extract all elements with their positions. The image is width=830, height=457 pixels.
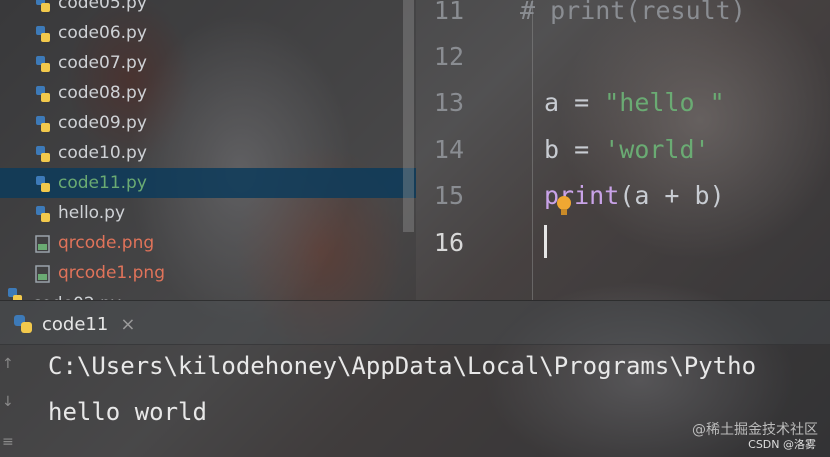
tree-item-selected[interactable]: code11.py: [0, 168, 416, 198]
python-file-icon: [36, 116, 50, 132]
tree-item[interactable]: code08.py: [0, 78, 416, 108]
python-file-icon: [36, 176, 50, 192]
line-number: 12: [433, 42, 464, 71]
tree-item-label: qrcode1.png: [58, 263, 165, 283]
tree-item[interactable]: code06.py: [0, 18, 416, 48]
arrow-up-icon[interactable]: ↑: [2, 356, 14, 372]
line-number: 11: [433, 0, 464, 25]
code-line-13: a = "hello ": [544, 88, 725, 118]
tree-item-label: code07.py: [58, 53, 147, 73]
code-line-14: b = 'world': [544, 135, 710, 165]
lightbulb-icon[interactable]: [556, 195, 572, 217]
image-file-icon: [35, 265, 50, 283]
tree-item[interactable]: code05.py: [0, 0, 416, 18]
run-tab-code11[interactable]: code11 ×: [12, 309, 135, 339]
code-line-text: a = "hello ": [544, 88, 725, 117]
python-file-icon: [36, 26, 50, 42]
line-number-current: 16: [433, 228, 464, 257]
tree-item-label: code10.py: [58, 143, 147, 163]
run-console[interactable]: ↑ ↓ ≡ C:\Users\kilodehoney\AppData\Local…: [0, 344, 830, 457]
text-caret: [544, 225, 547, 258]
project-tree-panel: code05.py code06.py code07.py code08.py …: [0, 0, 416, 300]
python-file-icon: [36, 0, 50, 12]
arrow-down-icon[interactable]: ↓: [2, 394, 14, 410]
tree-item-label: code06.py: [58, 23, 147, 43]
tree-item[interactable]: code09.py: [0, 108, 416, 138]
wrap-icon[interactable]: ≡: [2, 434, 14, 450]
tree-item[interactable]: qrcode.png: [0, 228, 416, 258]
tree-scrollbar[interactable]: [403, 0, 414, 232]
tree-item[interactable]: code10.py: [0, 138, 416, 168]
image-file-icon: [35, 235, 50, 253]
python-file-icon: [36, 86, 50, 102]
close-icon[interactable]: ×: [120, 314, 135, 335]
tree-item[interactable]: qrcode1.png: [0, 258, 416, 288]
code-editor[interactable]: 11 12 13 14 15 16 # print(result) a = "h…: [416, 0, 830, 300]
run-tab-bar: code11 ×: [0, 300, 830, 345]
tree-item-label: code09.py: [58, 113, 147, 133]
tree-item-label: hello.py: [58, 203, 126, 223]
python-icon: [14, 315, 32, 333]
console-gutter: ↑ ↓ ≡: [0, 344, 18, 457]
python-file-icon: [36, 146, 50, 162]
line-number: 14: [433, 135, 464, 164]
console-output-line: hello world: [48, 398, 207, 426]
run-tab-label: code11: [42, 313, 109, 335]
tree-item-label: code02.py: [32, 289, 121, 300]
python-file-icon: [36, 56, 50, 72]
tree-item[interactable]: code07.py: [0, 48, 416, 78]
gutter-divider: [532, 0, 533, 300]
line-number: 15: [433, 181, 464, 210]
tree-item[interactable]: code02.py: [0, 285, 416, 300]
tree-item-label: code08.py: [58, 83, 147, 103]
line-number: 13: [433, 88, 464, 117]
code-line: # print(result): [520, 0, 746, 25]
watermark-csdn: CSDN @洛雾: [748, 438, 816, 451]
python-file-icon: [36, 206, 50, 222]
code-line-text: b = 'world': [544, 135, 710, 164]
tree-item-label: code05.py: [58, 0, 147, 13]
tree-item[interactable]: hello.py: [0, 198, 416, 228]
console-output-line: C:\Users\kilodehoney\AppData\Local\Progr…: [48, 352, 757, 380]
tree-item-label: code11.py: [58, 173, 147, 193]
python-file-icon: [8, 288, 22, 300]
tree-item-label: qrcode.png: [58, 233, 155, 253]
